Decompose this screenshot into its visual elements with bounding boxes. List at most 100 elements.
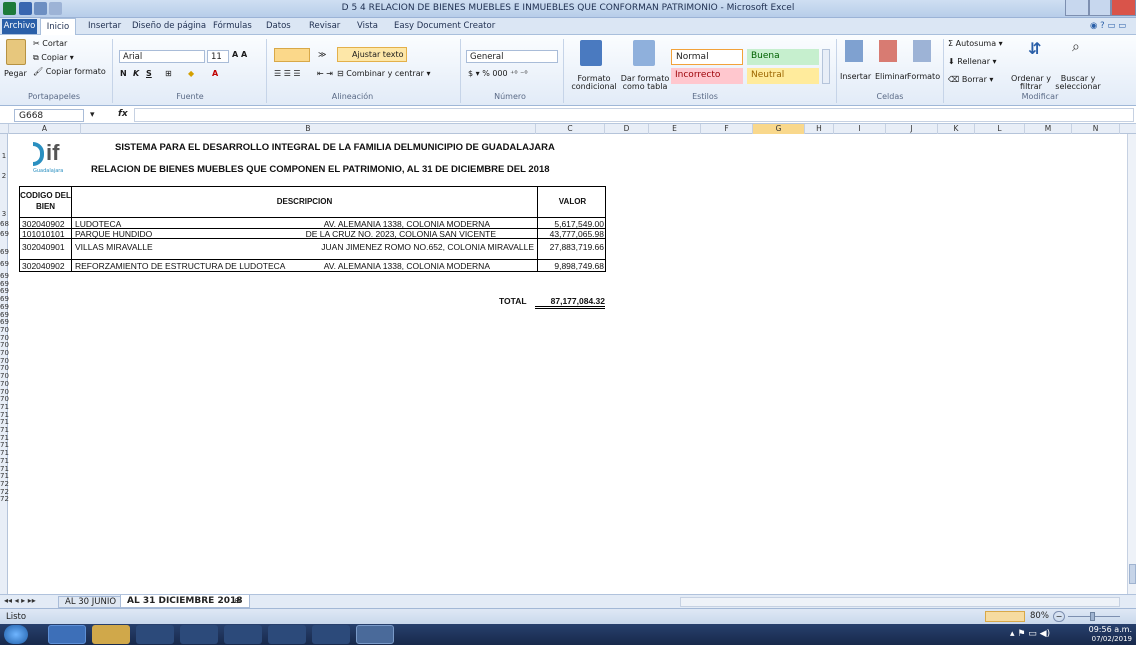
table-row-codigo[interactable]: 302040902 <box>22 261 65 271</box>
start-button[interactable] <box>4 625 28 644</box>
column-header-k[interactable]: K <box>938 124 975 134</box>
tab-formulas[interactable]: Fórmulas <box>213 21 252 31</box>
delete-cells-button[interactable]: Eliminar <box>875 72 908 81</box>
tab-insertar[interactable]: Insertar <box>88 21 121 31</box>
table-row-direccion[interactable]: AV. ALEMANIA 1338, COLONIA MODERNA <box>240 219 490 229</box>
table-row-valor[interactable]: 43,777,065.98 <box>538 229 604 239</box>
column-header-e[interactable]: E <box>649 124 701 134</box>
autosum-button[interactable]: Σ Autosuma ▾ <box>948 39 1003 48</box>
tab-revisar[interactable]: Revisar <box>309 21 340 31</box>
table-row-direccion[interactable]: AV. ALEMANIA 1338, COLONIA MODERNA <box>240 261 490 271</box>
clock-time[interactable]: 09:56 a.m. <box>1084 625 1132 634</box>
fill-color-icon[interactable]: ◆ <box>188 69 194 78</box>
function-icon[interactable]: fx <box>118 109 128 119</box>
acrobat-taskbar-icon[interactable] <box>268 625 306 644</box>
column-header-j[interactable]: J <box>886 124 938 134</box>
ie-taskbar-icon[interactable] <box>48 625 86 644</box>
row-header[interactable]: 691 <box>0 248 13 256</box>
align-left-icon[interactable]: ☰ ☰ ☰ <box>274 69 301 78</box>
format-cells-icon[interactable] <box>913 40 931 62</box>
font-color-icon[interactable]: A <box>212 69 218 78</box>
column-header-g[interactable]: G <box>753 124 805 134</box>
tray-icons[interactable]: ▴ ⚑ ▭ ◀) <box>1010 629 1050 639</box>
sheet-nav-arrows-icon[interactable]: ◂◂ ◂ ▸ ▸▸ <box>4 596 36 605</box>
tab-easy-document-creator[interactable]: Easy Document Creator <box>394 21 495 31</box>
formula-input[interactable] <box>134 108 1134 122</box>
help-icon[interactable]: ◉ ? ▭ ▭ <box>1090 21 1126 31</box>
clear-button[interactable]: ⌫ Borrar ▾ <box>948 75 993 84</box>
style-incorrecto[interactable]: Incorrecto <box>671 68 743 84</box>
column-header-l[interactable]: L <box>975 124 1025 134</box>
tab-diseno[interactable]: Diseño de página <box>132 21 206 31</box>
word-taskbar-icon[interactable] <box>312 625 350 644</box>
row-header[interactable]: 692 <box>0 260 13 268</box>
column-header-c[interactable]: C <box>536 124 605 134</box>
column-header-d[interactable]: D <box>605 124 649 134</box>
conditional-format-icon[interactable] <box>580 40 602 66</box>
zoom-level[interactable]: 80% <box>1030 611 1049 621</box>
sheet-tab-al-30-junio[interactable]: AL 30 JUNIO <box>58 596 124 608</box>
find-select-icon[interactable]: ⌕ <box>1072 39 1088 59</box>
column-header-a[interactable]: A <box>9 124 81 134</box>
view-normal-icon[interactable] <box>985 611 1025 622</box>
worksheet[interactable]: if Guadalajara SISTEMA PARA EL DESARROLL… <box>9 134 1136 594</box>
zoom-out-button[interactable]: − <box>1053 611 1065 622</box>
column-header-h[interactable]: H <box>805 124 834 134</box>
column-header-m[interactable]: M <box>1025 124 1072 134</box>
table-row-direccion[interactable]: JUAN JIMENEZ ROMO NO.652, COLONIA MIRAVA… <box>240 242 534 252</box>
style-neutral[interactable]: Neutral <box>747 68 819 84</box>
column-header-i[interactable]: I <box>834 124 886 134</box>
sort-filter-icon[interactable]: ⇵ <box>1028 39 1044 59</box>
clock-date[interactable]: 07/02/2019 <box>1084 635 1132 643</box>
chrome-taskbar-icon[interactable] <box>180 625 218 644</box>
table-row-direccion[interactable]: DE LA CRUZ NO. 2023, COLONIA SAN VICENTE <box>240 229 496 239</box>
table-row-codigo[interactable]: 101010101 <box>22 229 65 239</box>
column-header-f[interactable]: F <box>701 124 753 134</box>
wrap-text-button[interactable]: Ajustar texto <box>337 47 407 62</box>
vertical-scrollbar[interactable] <box>1127 134 1136 594</box>
scroll-thumb[interactable] <box>1129 564 1136 584</box>
font-size-select[interactable]: 11 <box>207 50 229 63</box>
tab-vista[interactable]: Vista <box>357 21 378 31</box>
maximize-button[interactable] <box>1089 0 1111 16</box>
conditional-format-button[interactable]: Formato condicional <box>566 75 622 91</box>
table-row-nombre[interactable]: PARQUE HUNDIDO <box>75 229 152 239</box>
align-top-icon[interactable] <box>274 48 310 62</box>
sort-filter-button[interactable]: Ordenar y filtrar <box>1010 75 1052 91</box>
paste-button[interactable]: Pegar <box>4 69 27 78</box>
font-name-select[interactable]: Arial <box>119 50 205 63</box>
table-row-codigo[interactable]: 302040902 <box>22 219 65 229</box>
bold-button[interactable]: N <box>120 69 127 78</box>
insert-cells-button[interactable]: Insertar <box>840 72 871 81</box>
explorer-taskbar-icon[interactable] <box>92 625 130 644</box>
column-header-n[interactable]: N <box>1072 124 1120 134</box>
tab-datos[interactable]: Datos <box>266 21 291 31</box>
underline-button[interactable]: S <box>146 69 152 78</box>
table-row-valor[interactable]: 5,617,549.00 <box>538 219 604 229</box>
format-cells-button[interactable]: Formato <box>907 72 940 81</box>
tab-inicio[interactable]: Inicio <box>40 18 76 35</box>
tab-archivo[interactable]: Archivo <box>2 19 37 34</box>
info-taskbar-icon[interactable] <box>224 625 262 644</box>
insert-cells-icon[interactable] <box>845 40 863 62</box>
total-value[interactable]: 87,177,084.32 <box>535 296 605 309</box>
zoom-slider-thumb[interactable] <box>1090 612 1095 621</box>
name-box-dropdown-icon[interactable]: ▾ <box>90 110 95 120</box>
orientation-icon[interactable]: ≫ <box>318 50 326 59</box>
table-row-valor[interactable]: 9,898,749.68 <box>538 261 604 271</box>
format-painter-button[interactable]: 🖌 Copiar formato <box>33 67 106 76</box>
select-all-corner[interactable] <box>0 124 9 134</box>
paste-icon[interactable] <box>6 39 26 65</box>
borders-icon[interactable]: ⊞ <box>165 69 172 78</box>
row-header[interactable]: 2 <box>0 172 8 180</box>
fill-button[interactable]: ⬇ Rellenar ▾ <box>948 57 997 66</box>
table-row-valor[interactable]: 27,883,719.66 <box>538 242 604 252</box>
find-select-button[interactable]: Buscar y seleccionar <box>1055 75 1101 91</box>
horizontal-scrollbar[interactable] <box>680 597 1120 607</box>
close-button[interactable] <box>1111 0 1136 16</box>
grow-font-icon[interactable]: A A <box>232 50 247 59</box>
media-taskbar-icon[interactable] <box>136 625 174 644</box>
cut-button[interactable]: ✂ Cortar <box>33 39 67 48</box>
row-header[interactable]: 690 <box>0 230 13 238</box>
copy-button[interactable]: ⧉ Copiar ▾ <box>33 53 74 63</box>
